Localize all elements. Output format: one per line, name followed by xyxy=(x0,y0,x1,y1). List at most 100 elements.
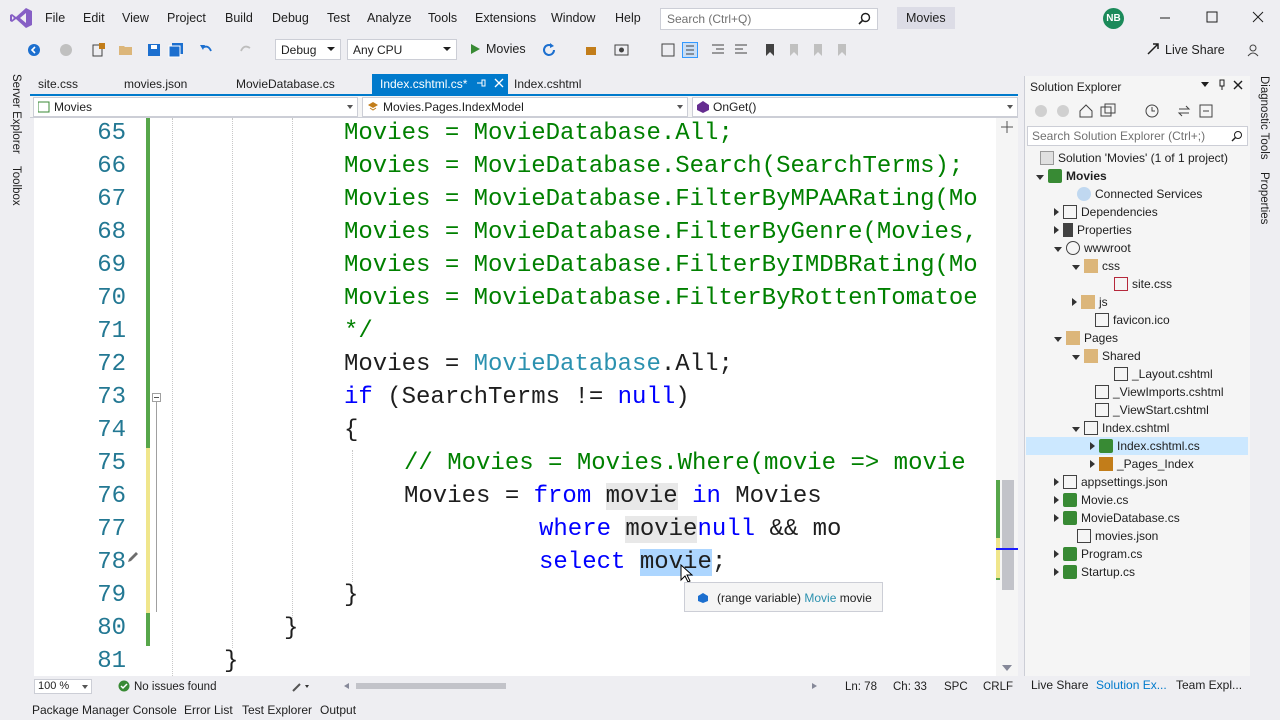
tree-item-pages-folder[interactable]: Pages xyxy=(1054,329,1118,347)
tree-item-js-folder[interactable]: js xyxy=(1072,293,1108,311)
menu-project[interactable]: Project xyxy=(167,11,206,25)
menu-edit[interactable]: Edit xyxy=(83,11,105,25)
live-share-button[interactable]: Live Share xyxy=(1146,42,1225,57)
tree-item-favicon[interactable]: favicon.ico xyxy=(1095,311,1170,329)
scroll-thumb[interactable] xyxy=(1002,480,1014,590)
tab-movies-json[interactable]: movies.json xyxy=(116,74,195,96)
tree-item-project[interactable]: Movies xyxy=(1036,167,1107,185)
tab-team-explorer[interactable]: Team Expl... xyxy=(1176,678,1242,692)
tree-item-appsettings[interactable]: appsettings.json xyxy=(1054,473,1168,491)
solution-explorer-search-input[interactable]: Search Solution Explorer (Ctrl+;) xyxy=(1027,126,1248,146)
zoom-dropdown[interactable]: 100 % xyxy=(34,679,92,694)
horizontal-scroll-thumb[interactable] xyxy=(356,683,506,689)
collapsed-arrow-icon[interactable] xyxy=(1054,226,1059,234)
tab-index-cshtml-cs[interactable]: Index.cshtml.cs* xyxy=(372,74,508,96)
toolbox-tab[interactable]: Toolbox xyxy=(10,166,22,206)
tab-error-list[interactable]: Error List xyxy=(184,703,233,717)
redo-icon[interactable] xyxy=(238,42,254,58)
open-folder-icon[interactable] xyxy=(118,42,134,58)
clear-bookmarks-icon[interactable] xyxy=(834,42,850,58)
collapse-all-icon[interactable] xyxy=(1198,103,1214,119)
class-dropdown[interactable]: Movies.Pages.IndexModel xyxy=(362,97,688,117)
next-bookmark-icon[interactable] xyxy=(810,42,826,58)
sync-icon[interactable] xyxy=(1176,103,1192,119)
screenshot-icon[interactable] xyxy=(614,42,630,58)
tree-item-wwwroot[interactable]: wwwroot xyxy=(1054,239,1131,257)
split-icon[interactable] xyxy=(1001,121,1013,133)
visual-studio-logo-icon[interactable] xyxy=(10,8,32,28)
toggle-comment-icon[interactable] xyxy=(682,42,698,58)
tab-solution-explorer[interactable]: Solution Ex... xyxy=(1096,678,1167,692)
collapsed-arrow-icon[interactable] xyxy=(1054,550,1059,558)
save-icon[interactable] xyxy=(146,42,162,58)
close-panel-icon[interactable] xyxy=(1233,80,1243,90)
collapsed-arrow-icon[interactable] xyxy=(1054,568,1059,576)
scroll-down-icon[interactable] xyxy=(1002,665,1012,671)
close-tab-icon[interactable] xyxy=(494,78,504,88)
pin-icon[interactable] xyxy=(476,78,486,88)
collapsed-arrow-icon[interactable] xyxy=(1090,460,1095,468)
search-input[interactable]: Search (Ctrl+Q) xyxy=(660,8,878,30)
tree-item-index-cshtml[interactable]: Index.cshtml xyxy=(1072,419,1169,437)
tab-output[interactable]: Output xyxy=(320,703,356,717)
issues-indicator[interactable]: No issues found xyxy=(118,680,216,693)
tab-moviedatabase-cs[interactable]: MovieDatabase.cs xyxy=(228,74,343,96)
tree-item-moviedatabase-cs[interactable]: MovieDatabase.cs xyxy=(1054,509,1180,527)
tab-package-manager-console[interactable]: Package Manager Console xyxy=(32,703,177,717)
tree-item-viewimports[interactable]: _ViewImports.cshtml xyxy=(1095,383,1223,401)
panel-menu-icon[interactable] xyxy=(1201,82,1209,87)
back-icon[interactable] xyxy=(1034,104,1048,118)
menu-extensions[interactable]: Extensions xyxy=(475,11,536,25)
tree-item-movies-json[interactable]: movies.json xyxy=(1077,527,1158,545)
tree-item-properties[interactable]: Properties xyxy=(1054,221,1132,239)
line-ending-indicator[interactable]: CRLF xyxy=(983,681,1013,693)
menu-file[interactable]: File xyxy=(45,11,65,25)
collapsed-arrow-icon[interactable] xyxy=(1054,208,1059,216)
whitespace-indicator[interactable]: SPC xyxy=(944,681,968,693)
tab-index-cshtml[interactable]: Index.cshtml xyxy=(506,74,589,96)
collapsed-arrow-icon[interactable] xyxy=(1054,496,1059,504)
tree-item-pages-index[interactable]: _Pages_Index xyxy=(1090,455,1194,473)
undo-icon[interactable] xyxy=(198,42,214,58)
tree-item-movie-cs[interactable]: Movie.cs xyxy=(1054,491,1128,509)
tree-item-solution[interactable]: Solution 'Movies' (1 of 1 project) xyxy=(1040,149,1228,167)
project-dropdown[interactable]: Movies xyxy=(33,97,358,117)
outdent-icon[interactable] xyxy=(733,42,749,58)
collapsed-arrow-icon[interactable] xyxy=(1054,478,1059,486)
collapsed-arrow-icon[interactable] xyxy=(1090,442,1095,450)
minimize-icon[interactable] xyxy=(1158,10,1172,24)
tree-item-connected-services[interactable]: Connected Services xyxy=(1077,185,1202,203)
server-explorer-tab[interactable]: Server Explorer xyxy=(10,74,22,154)
indent-icon[interactable] xyxy=(710,42,726,58)
menu-help[interactable]: Help xyxy=(615,11,641,25)
forward-icon[interactable] xyxy=(1056,104,1070,118)
close-icon[interactable] xyxy=(1251,10,1265,24)
expanded-arrow-icon[interactable] xyxy=(1054,247,1062,252)
code-cleanup-icon[interactable] xyxy=(292,681,312,693)
diagnostic-tools-tab[interactable]: Diagnostic Tools xyxy=(1258,76,1270,160)
horizontal-scrollbar[interactable] xyxy=(344,683,820,689)
menu-tools[interactable]: Tools xyxy=(428,11,457,25)
prev-bookmark-icon[interactable] xyxy=(786,42,802,58)
scroll-left-icon[interactable] xyxy=(344,683,349,689)
tree-item-index-cshtml-cs[interactable]: Index.cshtml.cs xyxy=(1026,437,1248,455)
collapsed-arrow-icon[interactable] xyxy=(1054,514,1059,522)
tab-test-explorer[interactable]: Test Explorer xyxy=(242,703,312,717)
scroll-right-icon[interactable] xyxy=(812,683,817,689)
forward-icon[interactable] xyxy=(58,42,74,58)
refresh-icon[interactable] xyxy=(541,42,557,58)
tree-item-css-folder[interactable]: css xyxy=(1072,257,1120,275)
browser-link-icon[interactable] xyxy=(584,42,600,58)
pending-changes-icon[interactable] xyxy=(1144,103,1160,119)
bookmark-icon[interactable] xyxy=(762,42,778,58)
member-dropdown[interactable]: OnGet() xyxy=(692,97,1018,117)
menu-analyze[interactable]: Analyze xyxy=(367,11,411,25)
tree-item-dependencies[interactable]: Dependencies xyxy=(1054,203,1158,221)
pin-icon[interactable] xyxy=(1217,79,1227,91)
step-icon[interactable] xyxy=(660,42,676,58)
menu-window[interactable]: Window xyxy=(551,11,595,25)
tree-item-shared-folder[interactable]: Shared xyxy=(1072,347,1141,365)
tree-item-site-css[interactable]: site.css xyxy=(1114,275,1172,293)
expanded-arrow-icon[interactable] xyxy=(1072,265,1080,270)
start-debugging-button[interactable]: Movies xyxy=(466,40,530,60)
